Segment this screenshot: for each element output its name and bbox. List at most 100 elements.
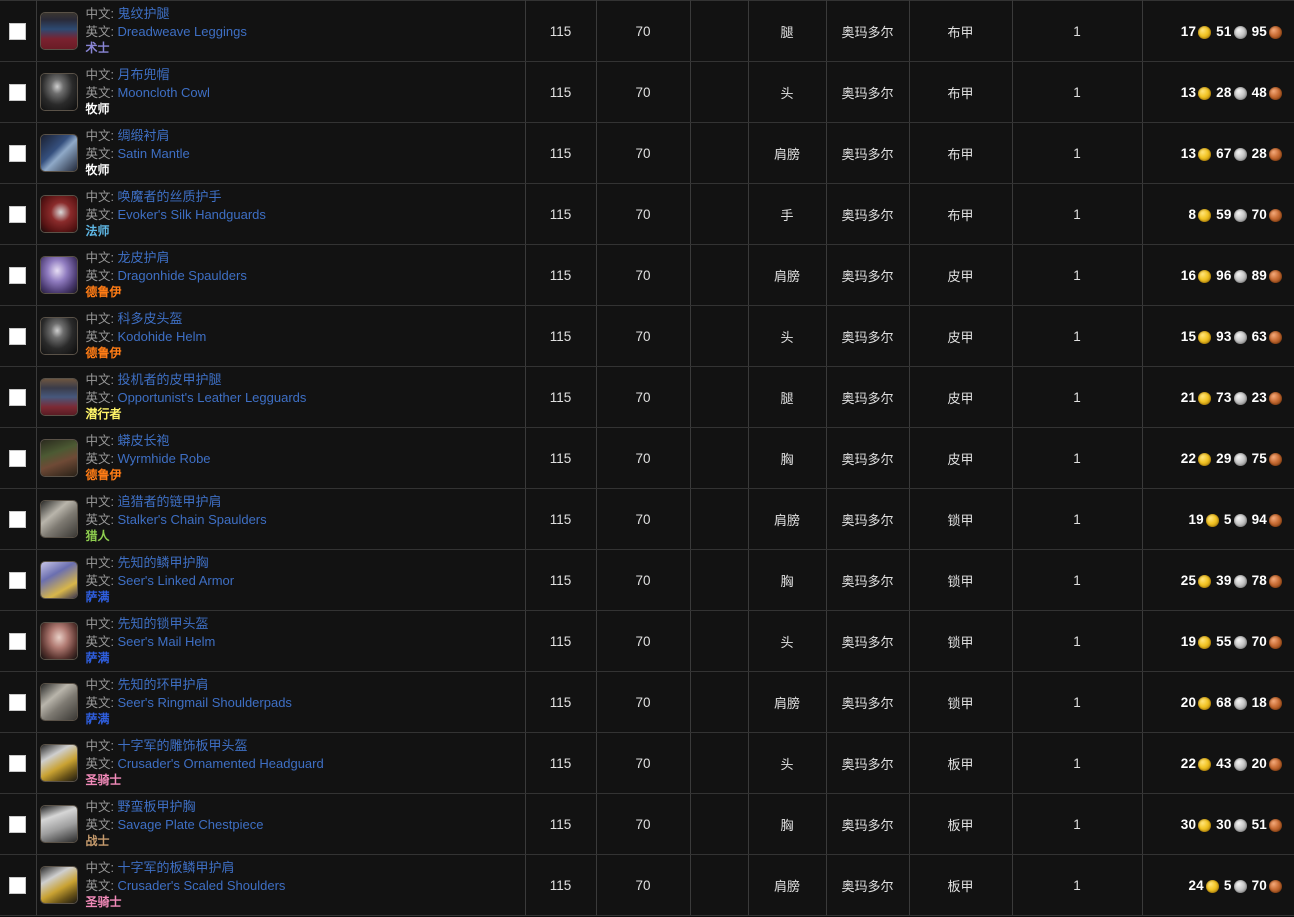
table-row[interactable]: 中文: 先知的环甲护肩 英文: Seer's Ringmail Shoulder… <box>0 671 1294 733</box>
table-row[interactable]: 中文: 野蛮板甲护胸 英文: Savage Plate Chestpiece 战… <box>0 793 1294 855</box>
table-row[interactable]: 中文: 鬼纹护腿 英文: Dreadweave Leggings 术士 115 … <box>0 0 1294 62</box>
item-name-en[interactable]: Satin Mantle <box>117 146 189 161</box>
item-name-en[interactable]: Seer's Mail Helm <box>117 634 215 649</box>
select-cell[interactable] <box>0 61 37 123</box>
table-row[interactable]: 中文: 十字军的板鳞甲护肩 英文: Crusader's Scaled Shou… <box>0 854 1294 916</box>
row-checkbox[interactable] <box>9 388 27 406</box>
item-icon-gloves-red[interactable] <box>39 194 78 233</box>
item-name-cn[interactable]: 蟒皮长袍 <box>117 433 169 448</box>
item-name-cn[interactable]: 十字军的板鳞甲护肩 <box>117 860 234 875</box>
item-name-cn[interactable]: 先知的锁甲头盔 <box>117 616 208 631</box>
item-icon-robe-green[interactable] <box>39 438 78 477</box>
item-name-cell[interactable]: 中文: 追猎者的链甲护肩 英文: Stalker's Chain Spaulde… <box>35 488 526 550</box>
table-row[interactable]: 中文: 先知的锁甲头盔 英文: Seer's Mail Helm 萨满 115 … <box>0 610 1294 672</box>
item-icon-helm-mail-pink[interactable] <box>39 621 78 660</box>
item-icon-legs-leather[interactable] <box>39 377 78 416</box>
select-cell[interactable] <box>0 122 37 184</box>
item-name-cell[interactable]: 中文: 先知的锁甲头盔 英文: Seer's Mail Helm 萨满 <box>35 610 526 672</box>
item-name-cell[interactable]: 中文: 野蛮板甲护胸 英文: Savage Plate Chestpiece 战… <box>35 793 526 855</box>
item-name-cn[interactable]: 唤魔者的丝质护手 <box>117 189 221 204</box>
item-icon-hood-dark[interactable] <box>39 72 78 111</box>
item-name-cn[interactable]: 绸缎衬肩 <box>117 128 169 143</box>
item-name-cn[interactable]: 月布兜帽 <box>117 67 169 82</box>
item-name-cn[interactable]: 先知的环甲护肩 <box>117 677 208 692</box>
item-name-cn[interactable]: 追猎者的链甲护肩 <box>117 494 221 509</box>
item-name-cell[interactable]: 中文: 鬼纹护腿 英文: Dreadweave Leggings 术士 <box>35 0 526 62</box>
select-cell[interactable] <box>0 366 37 428</box>
row-checkbox[interactable] <box>9 266 27 284</box>
item-icon-spaulders-mail[interactable] <box>39 499 78 538</box>
row-checkbox[interactable] <box>9 571 27 589</box>
row-checkbox[interactable] <box>9 876 27 894</box>
item-icon-hood-dark[interactable] <box>39 316 78 355</box>
row-checkbox[interactable] <box>9 144 27 162</box>
select-cell[interactable] <box>0 427 37 489</box>
item-icon-chest-mail-blue[interactable] <box>39 560 78 599</box>
item-name-en[interactable]: Seer's Ringmail Shoulderpads <box>117 695 291 710</box>
item-name-en[interactable]: Dreadweave Leggings <box>117 24 246 39</box>
row-checkbox[interactable] <box>9 449 27 467</box>
item-name-cell[interactable]: 中文: 绸缎衬肩 英文: Satin Mantle 牧师 <box>35 122 526 184</box>
row-checkbox[interactable] <box>9 510 27 528</box>
select-cell[interactable] <box>0 0 37 62</box>
item-name-en[interactable]: Savage Plate Chestpiece <box>117 817 263 832</box>
item-name-cn[interactable]: 十字军的雕饰板甲头盔 <box>117 738 247 753</box>
item-name-en[interactable]: Evoker's Silk Handguards <box>117 207 265 222</box>
item-name-en[interactable]: Wyrmhide Robe <box>117 451 210 466</box>
row-checkbox[interactable] <box>9 754 27 772</box>
item-name-en[interactable]: Crusader's Ornamented Headguard <box>117 756 323 771</box>
item-name-cell[interactable]: 中文: 科多皮头盔 英文: Kodohide Helm 德鲁伊 <box>35 305 526 367</box>
item-icon-legs-cloth-blue[interactable] <box>39 11 78 50</box>
table-row[interactable]: 中文: 科多皮头盔 英文: Kodohide Helm 德鲁伊 115 70 头… <box>0 305 1294 367</box>
select-cell[interactable] <box>0 305 37 367</box>
item-name-cell[interactable]: 中文: 先知的鳞甲护胸 英文: Seer's Linked Armor 萨满 <box>35 549 526 611</box>
item-name-en[interactable]: Mooncloth Cowl <box>117 85 210 100</box>
select-cell[interactable] <box>0 610 37 672</box>
select-cell[interactable] <box>0 671 37 733</box>
table-row[interactable]: 中文: 唤魔者的丝质护手 英文: Evoker's Silk Handguard… <box>0 183 1294 245</box>
item-name-cn[interactable]: 野蛮板甲护胸 <box>117 799 195 814</box>
row-checkbox[interactable] <box>9 632 27 650</box>
select-cell[interactable] <box>0 854 37 916</box>
item-name-cell[interactable]: 中文: 先知的环甲护肩 英文: Seer's Ringmail Shoulder… <box>35 671 526 733</box>
table-row[interactable]: 中文: 蟒皮长袍 英文: Wyrmhide Robe 德鲁伊 115 70 胸 … <box>0 427 1294 489</box>
item-icon-helm-plate-gold[interactable] <box>39 865 78 904</box>
item-name-en[interactable]: Kodohide Helm <box>117 329 206 344</box>
item-name-cell[interactable]: 中文: 投机者的皮甲护腿 英文: Opportunist's Leather L… <box>35 366 526 428</box>
item-name-en[interactable]: Stalker's Chain Spaulders <box>117 512 266 527</box>
item-name-cell[interactable]: 中文: 十字军的雕饰板甲头盔 英文: Crusader's Ornamented… <box>35 732 526 794</box>
item-name-cn[interactable]: 鬼纹护腿 <box>117 6 169 21</box>
row-checkbox[interactable] <box>9 693 27 711</box>
table-row[interactable]: 中文: 追猎者的链甲护肩 英文: Stalker's Chain Spaulde… <box>0 488 1294 550</box>
item-name-en[interactable]: Dragonhide Spaulders <box>117 268 246 283</box>
item-name-cn[interactable]: 科多皮头盔 <box>117 311 182 326</box>
select-cell[interactable] <box>0 244 37 306</box>
select-cell[interactable] <box>0 793 37 855</box>
row-checkbox[interactable] <box>9 22 27 40</box>
table-row[interactable]: 中文: 先知的鳞甲护胸 英文: Seer's Linked Armor 萨满 1… <box>0 549 1294 611</box>
item-name-en[interactable]: Seer's Linked Armor <box>117 573 234 588</box>
item-icon-spaulders-mail[interactable] <box>39 682 78 721</box>
item-name-cell[interactable]: 中文: 唤魔者的丝质护手 英文: Evoker's Silk Handguard… <box>35 183 526 245</box>
row-checkbox[interactable] <box>9 83 27 101</box>
item-name-cell[interactable]: 中文: 蟒皮长袍 英文: Wyrmhide Robe 德鲁伊 <box>35 427 526 489</box>
select-cell[interactable] <box>0 488 37 550</box>
item-name-cn[interactable]: 龙皮护肩 <box>117 250 169 265</box>
item-name-cn[interactable]: 先知的鳞甲护胸 <box>117 555 208 570</box>
table-row[interactable]: 中文: 十字军的雕饰板甲头盔 英文: Crusader's Ornamented… <box>0 732 1294 794</box>
item-name-cell[interactable]: 中文: 龙皮护肩 英文: Dragonhide Spaulders 德鲁伊 <box>35 244 526 306</box>
select-cell[interactable] <box>0 549 37 611</box>
item-name-cn[interactable]: 投机者的皮甲护腿 <box>117 372 221 387</box>
table-row[interactable]: 中文: 月布兜帽 英文: Mooncloth Cowl 牧师 115 70 头 … <box>0 61 1294 123</box>
select-cell[interactable] <box>0 732 37 794</box>
item-name-en[interactable]: Opportunist's Leather Legguards <box>117 390 306 405</box>
table-row[interactable]: 中文: 投机者的皮甲护腿 英文: Opportunist's Leather L… <box>0 366 1294 428</box>
item-name-cell[interactable]: 中文: 十字军的板鳞甲护肩 英文: Crusader's Scaled Shou… <box>35 854 526 916</box>
row-checkbox[interactable] <box>9 205 27 223</box>
item-icon-mantle-blue[interactable] <box>39 133 78 172</box>
row-checkbox[interactable] <box>9 815 27 833</box>
item-name-en[interactable]: Crusader's Scaled Shoulders <box>117 878 285 893</box>
table-row[interactable]: 中文: 龙皮护肩 英文: Dragonhide Spaulders 德鲁伊 11… <box>0 244 1294 306</box>
row-checkbox[interactable] <box>9 327 27 345</box>
select-cell[interactable] <box>0 183 37 245</box>
